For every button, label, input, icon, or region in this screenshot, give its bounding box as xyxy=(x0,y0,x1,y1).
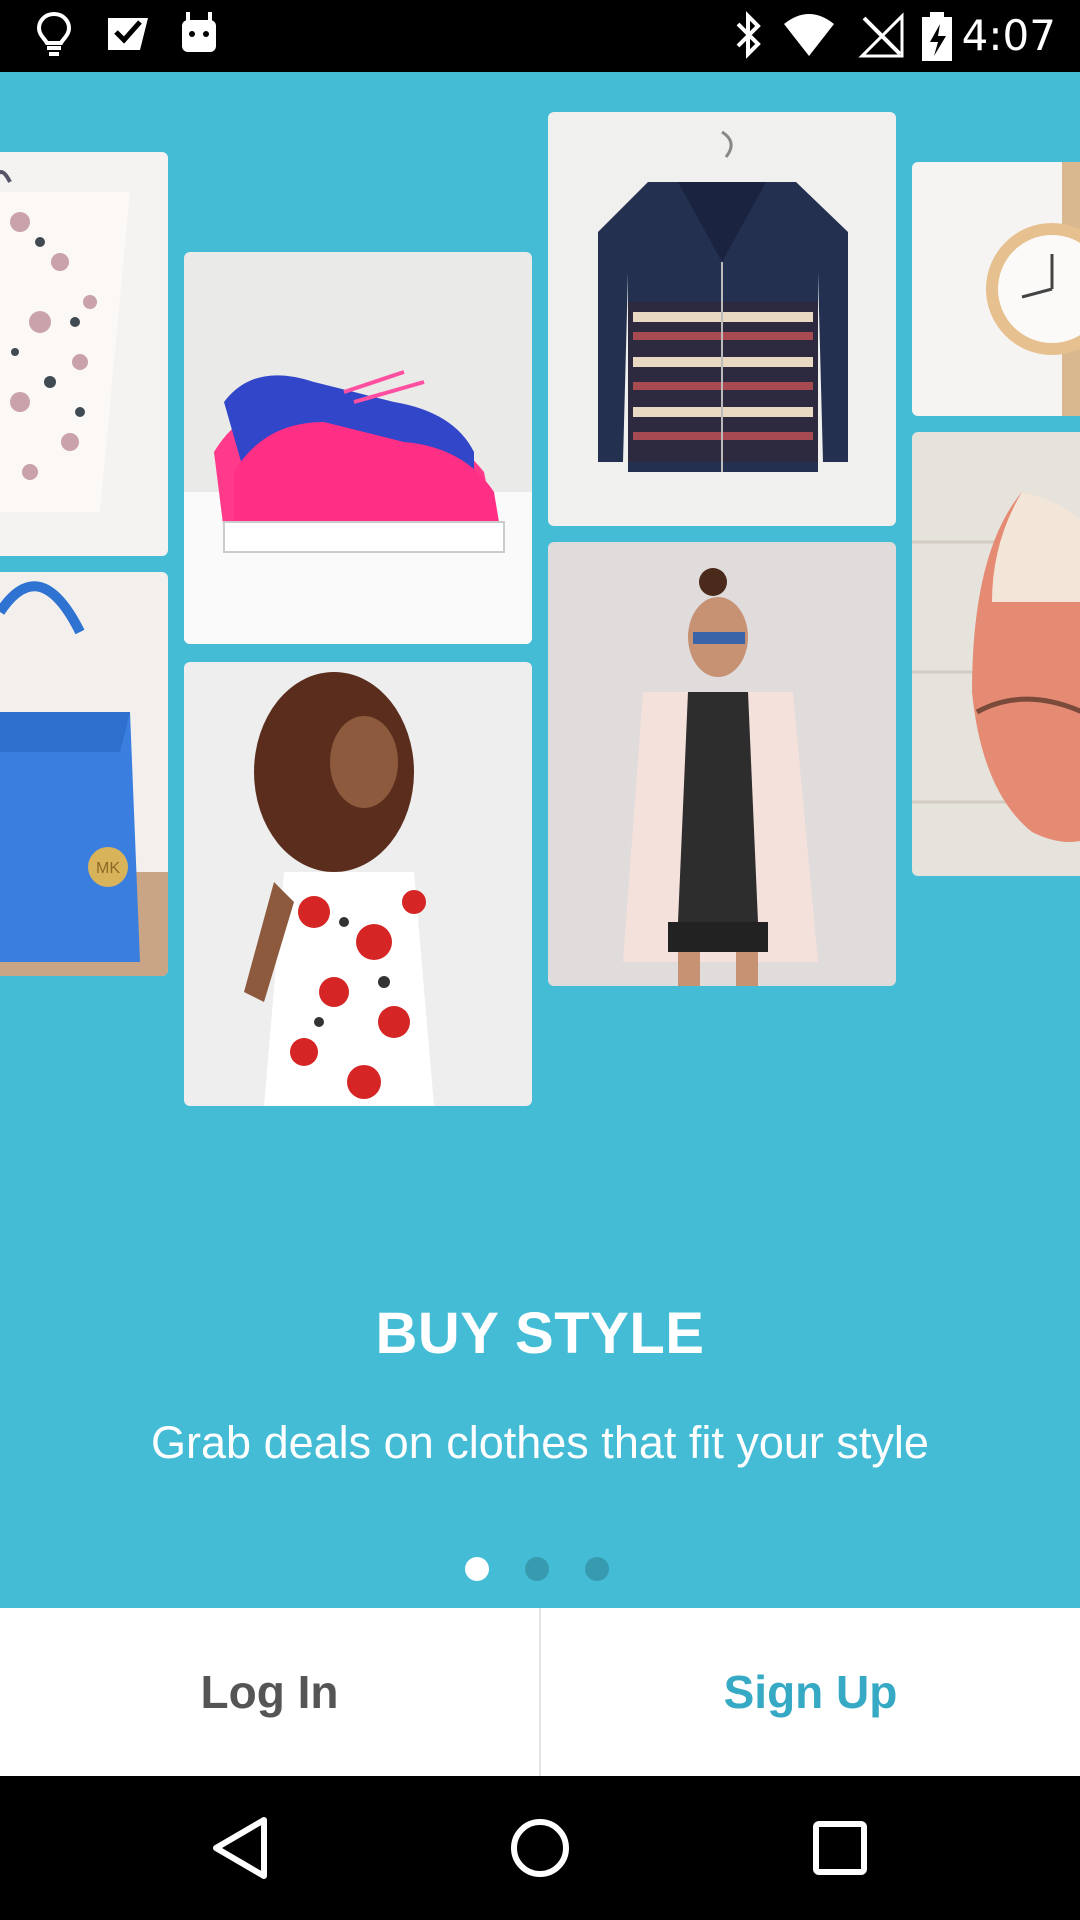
clock: 4:07 xyxy=(961,11,1056,60)
page-dot-1[interactable] xyxy=(465,1557,489,1581)
recents-icon[interactable] xyxy=(804,1812,876,1884)
lightbulb-icon xyxy=(34,10,74,63)
pink-sneakers-photo xyxy=(184,252,532,644)
svg-text:MK: MK xyxy=(96,860,120,877)
system-navigation-bar xyxy=(0,1776,1080,1920)
auth-action-bar: Log In Sign Up xyxy=(0,1608,1080,1776)
blue-handbag-photo: MK xyxy=(0,572,168,976)
leather-jacket-photo xyxy=(548,112,896,526)
battery-charging-icon xyxy=(920,10,954,67)
onboarding-hero: MK BUY STYLE Grab deals on clothes that … xyxy=(0,72,1080,1608)
page-dot-2[interactable] xyxy=(525,1557,549,1581)
signup-button[interactable]: Sign Up xyxy=(541,1608,1080,1776)
wifi-icon xyxy=(782,10,836,65)
floral-dress-model-photo xyxy=(184,662,532,1106)
back-icon[interactable] xyxy=(204,1812,276,1884)
status-bar: 4:07 xyxy=(0,0,1080,72)
home-icon[interactable] xyxy=(504,1812,576,1884)
android-icon xyxy=(178,10,220,63)
page-dot-3[interactable] xyxy=(585,1557,609,1581)
gold-watch-photo xyxy=(912,162,1080,416)
bluetooth-icon xyxy=(732,10,766,65)
blazer-model-photo xyxy=(548,542,896,986)
login-button[interactable]: Log In xyxy=(0,1608,541,1776)
pointed-flat-shoe-photo xyxy=(912,432,1080,876)
floral-cardigan-photo xyxy=(0,152,168,556)
onboarding-subtitle: Grab deals on clothes that fit your styl… xyxy=(151,1417,929,1468)
page-indicator xyxy=(0,1557,1080,1587)
no-signal-icon xyxy=(858,10,904,65)
onboarding-title: BUY STYLE xyxy=(375,1301,705,1366)
checkmark-badge-icon xyxy=(104,10,152,63)
